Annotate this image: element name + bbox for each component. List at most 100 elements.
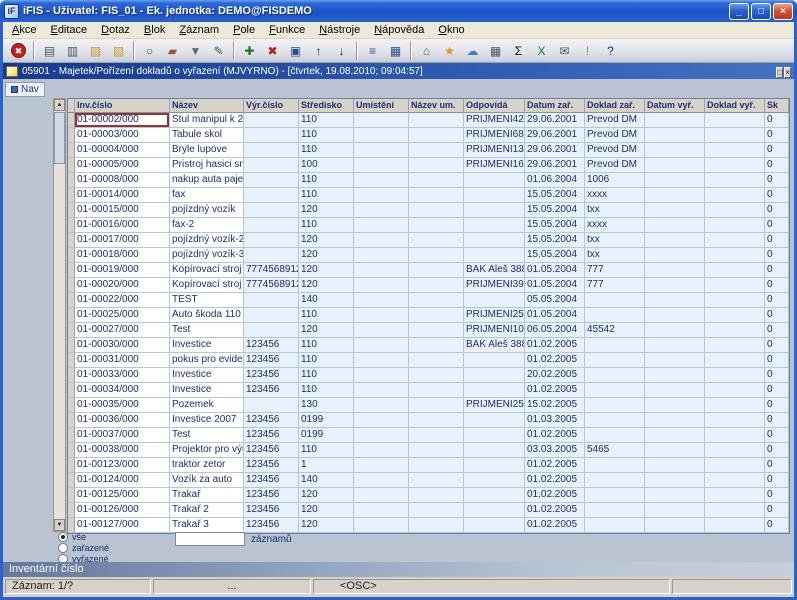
cell[interactable]: 123456 <box>244 458 299 473</box>
cell[interactable]: 0 <box>765 128 789 143</box>
cell[interactable] <box>354 488 409 503</box>
cell[interactable]: 01-00018/000 <box>75 248 170 263</box>
cell[interactable] <box>585 473 645 488</box>
cell[interactable] <box>645 413 705 428</box>
cell[interactable] <box>244 218 299 233</box>
cell[interactable]: 01-00027/000 <box>75 323 170 338</box>
cell[interactable]: 0 <box>765 443 789 458</box>
cell[interactable] <box>244 128 299 143</box>
cell[interactable] <box>645 143 705 158</box>
cell[interactable]: PRIJMENI4276 N <box>464 113 525 128</box>
cell[interactable] <box>354 518 409 533</box>
cell[interactable]: Kopírovací stroj T <box>170 263 244 278</box>
row-selector[interactable] <box>68 308 75 323</box>
cell[interactable]: 01-00017/000 <box>75 233 170 248</box>
cell[interactable] <box>645 218 705 233</box>
cell[interactable] <box>585 338 645 353</box>
cell[interactable]: 0 <box>765 233 789 248</box>
cell[interactable] <box>705 398 765 413</box>
menu-zaznam[interactable]: Záznam <box>172 23 226 37</box>
cell[interactable] <box>585 368 645 383</box>
cell[interactable]: 01.02.2005 <box>525 383 585 398</box>
cell[interactable] <box>645 293 705 308</box>
cell[interactable] <box>705 218 765 233</box>
cell[interactable]: Prevod DM <box>585 143 645 158</box>
cell[interactable]: 123456 <box>244 428 299 443</box>
cell[interactable]: 01-00125/000 <box>75 488 170 503</box>
cell[interactable] <box>645 353 705 368</box>
cell[interactable]: 123456 <box>244 353 299 368</box>
table-row[interactable]: 01-00004/000Bryle lupove110PRIJMENI132 N… <box>68 143 789 158</box>
cell[interactable] <box>585 458 645 473</box>
cell[interactable]: 01-00002/000 <box>75 113 170 128</box>
cell[interactable] <box>409 128 464 143</box>
row-selector[interactable] <box>68 278 75 293</box>
table-row[interactable]: 01-00020/000Kopírovací stroj T7774568912… <box>68 278 789 293</box>
cell[interactable]: 0 <box>765 158 789 173</box>
cell[interactable] <box>705 113 765 128</box>
cell[interactable]: 0 <box>765 503 789 518</box>
excel-icon[interactable]: X <box>531 40 552 61</box>
cell[interactable] <box>585 518 645 533</box>
edit-icon[interactable]: ✎ <box>208 40 229 61</box>
cell[interactable]: 15.05.2004 <box>525 203 585 218</box>
cell[interactable] <box>645 338 705 353</box>
cell[interactable] <box>705 203 765 218</box>
cell[interactable] <box>464 218 525 233</box>
cell[interactable]: 01.06.2004 <box>525 173 585 188</box>
table-row[interactable]: 01-00022/000TEST14005.05.20040 <box>68 293 789 308</box>
cell[interactable]: fax <box>170 188 244 203</box>
cell[interactable]: 1 <box>299 458 354 473</box>
cell[interactable] <box>464 518 525 533</box>
row-selector[interactable] <box>68 518 75 533</box>
cell[interactable] <box>354 158 409 173</box>
cell[interactable]: Investice <box>170 368 244 383</box>
cell[interactable]: 0 <box>765 263 789 278</box>
table-row[interactable]: 01-00014/000fax11015.05.2004xxxx0 <box>68 188 789 203</box>
cell[interactable]: 110 <box>299 443 354 458</box>
cell[interactable] <box>705 158 765 173</box>
table-row[interactable]: 01-00038/000Projektor pro výuk1234561100… <box>68 443 789 458</box>
cell[interactable] <box>464 428 525 443</box>
cell[interactable]: 0 <box>765 173 789 188</box>
cell[interactable]: 15.05.2004 <box>525 233 585 248</box>
cell[interactable] <box>409 278 464 293</box>
cell[interactable]: 01.05.2004 <box>525 308 585 323</box>
cell[interactable] <box>409 218 464 233</box>
cell[interactable] <box>464 368 525 383</box>
cell[interactable] <box>464 473 525 488</box>
cell[interactable] <box>409 248 464 263</box>
cell[interactable] <box>705 413 765 428</box>
cell[interactable]: 123456 <box>244 443 299 458</box>
table-row[interactable]: 01-00037/000Test123456019901.02.20050 <box>68 428 789 443</box>
cell[interactable]: 01-00035/000 <box>75 398 170 413</box>
cell[interactable]: 01-00034/000 <box>75 383 170 398</box>
menu-funkce[interactable]: Funkce <box>262 23 312 37</box>
cell[interactable]: 120 <box>299 263 354 278</box>
cell[interactable]: 01-00004/000 <box>75 143 170 158</box>
cell[interactable]: 0 <box>765 368 789 383</box>
delete-record-icon[interactable]: ✖ <box>262 40 283 61</box>
print-icon[interactable]: ▤ <box>39 40 60 61</box>
cell[interactable] <box>244 143 299 158</box>
cell[interactable] <box>645 368 705 383</box>
cell[interactable]: 01.02.2005 <box>525 518 585 533</box>
cell[interactable]: 0 <box>765 428 789 443</box>
cell[interactable] <box>409 188 464 203</box>
cell[interactable] <box>705 428 765 443</box>
cell[interactable]: 0 <box>765 488 789 503</box>
cell[interactable] <box>409 398 464 413</box>
cell[interactable] <box>645 233 705 248</box>
row-selector[interactable] <box>68 293 75 308</box>
cell[interactable]: 0 <box>765 308 789 323</box>
cell[interactable]: 140 <box>299 473 354 488</box>
table-row[interactable]: 01-00124/000Vozík za auto12345614001.02.… <box>68 473 789 488</box>
cell[interactable] <box>705 458 765 473</box>
cell[interactable]: 110 <box>299 383 354 398</box>
cell[interactable]: 0 <box>765 203 789 218</box>
cell[interactable]: fax-2 <box>170 218 244 233</box>
cell[interactable] <box>705 293 765 308</box>
cell[interactable]: PRIJMENI104 L <box>464 323 525 338</box>
cell[interactable]: 01.05.2004 <box>525 263 585 278</box>
cell[interactable]: 130 <box>299 398 354 413</box>
